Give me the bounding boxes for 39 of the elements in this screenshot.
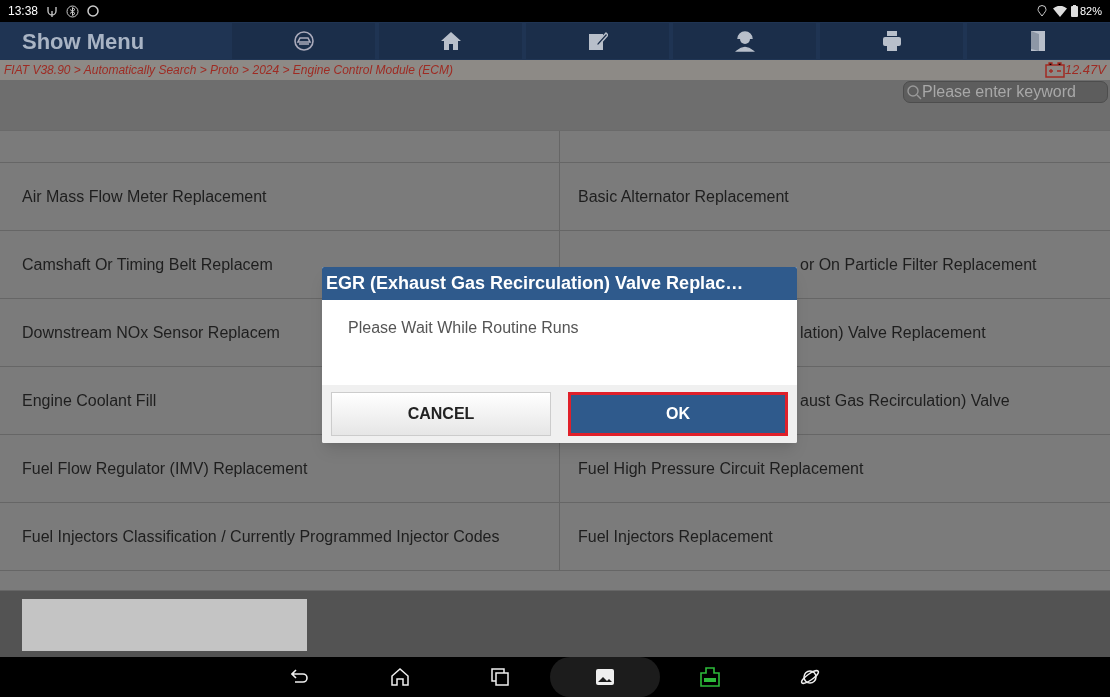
home-outline-icon [390,668,410,686]
search-field[interactable]: Please enter keyword [903,81,1108,103]
screen-title: Show Menu [21,27,146,56]
back-icon [291,669,309,685]
exit-door-icon [1030,31,1047,51]
cancel-button[interactable]: CANCEL [331,392,551,436]
printer-icon [882,31,901,51]
menu-item[interactable]: Air Mass Flow Meter Replacement [0,163,560,230]
support-button[interactable] [673,23,816,59]
vci-connector-icon [699,667,721,687]
battery-icon [1070,5,1078,17]
recents-icon [491,668,509,686]
gallery-button[interactable] [550,657,660,697]
ok-button[interactable]: OK [568,392,788,436]
home-button[interactable] [379,23,522,59]
bluetooth-icon [66,4,80,18]
image-icon [596,669,614,685]
edit-button[interactable] [526,23,669,59]
headset-person-icon [733,30,756,52]
usb-icon [46,5,59,17]
battery-voltage-icon [1044,62,1065,78]
menu-item[interactable]: Fuel Injectors Replacement [560,503,1110,570]
print-button[interactable] [820,23,963,59]
car-icon [292,30,315,52]
planet-icon [800,667,820,687]
battery-voltage: 12.47V [1064,61,1106,80]
vehicle-icon-button[interactable] [232,23,375,59]
breadcrumb: FIAT V38.90 > Automatically Search > Proto > 2024 > Engine Control Module (ECM) [4,62,453,79]
home-icon [440,32,461,50]
menu-item[interactable]: Fuel High Pressure Circuit Replacement [560,435,1110,502]
exit-button[interactable] [967,23,1110,59]
clock: 13:38 [8,3,39,20]
menu-item[interactable]: Fuel Injectors Classification / Currently Programmed Injector Codes [0,503,560,570]
location-icon [1036,5,1047,17]
menu-item[interactable]: Basic Alternator Replacement [560,163,1110,230]
battery-level: 82% [1079,3,1102,19]
edit-icon [587,31,608,51]
search-icon [906,84,922,100]
wifi-icon [1052,5,1067,17]
